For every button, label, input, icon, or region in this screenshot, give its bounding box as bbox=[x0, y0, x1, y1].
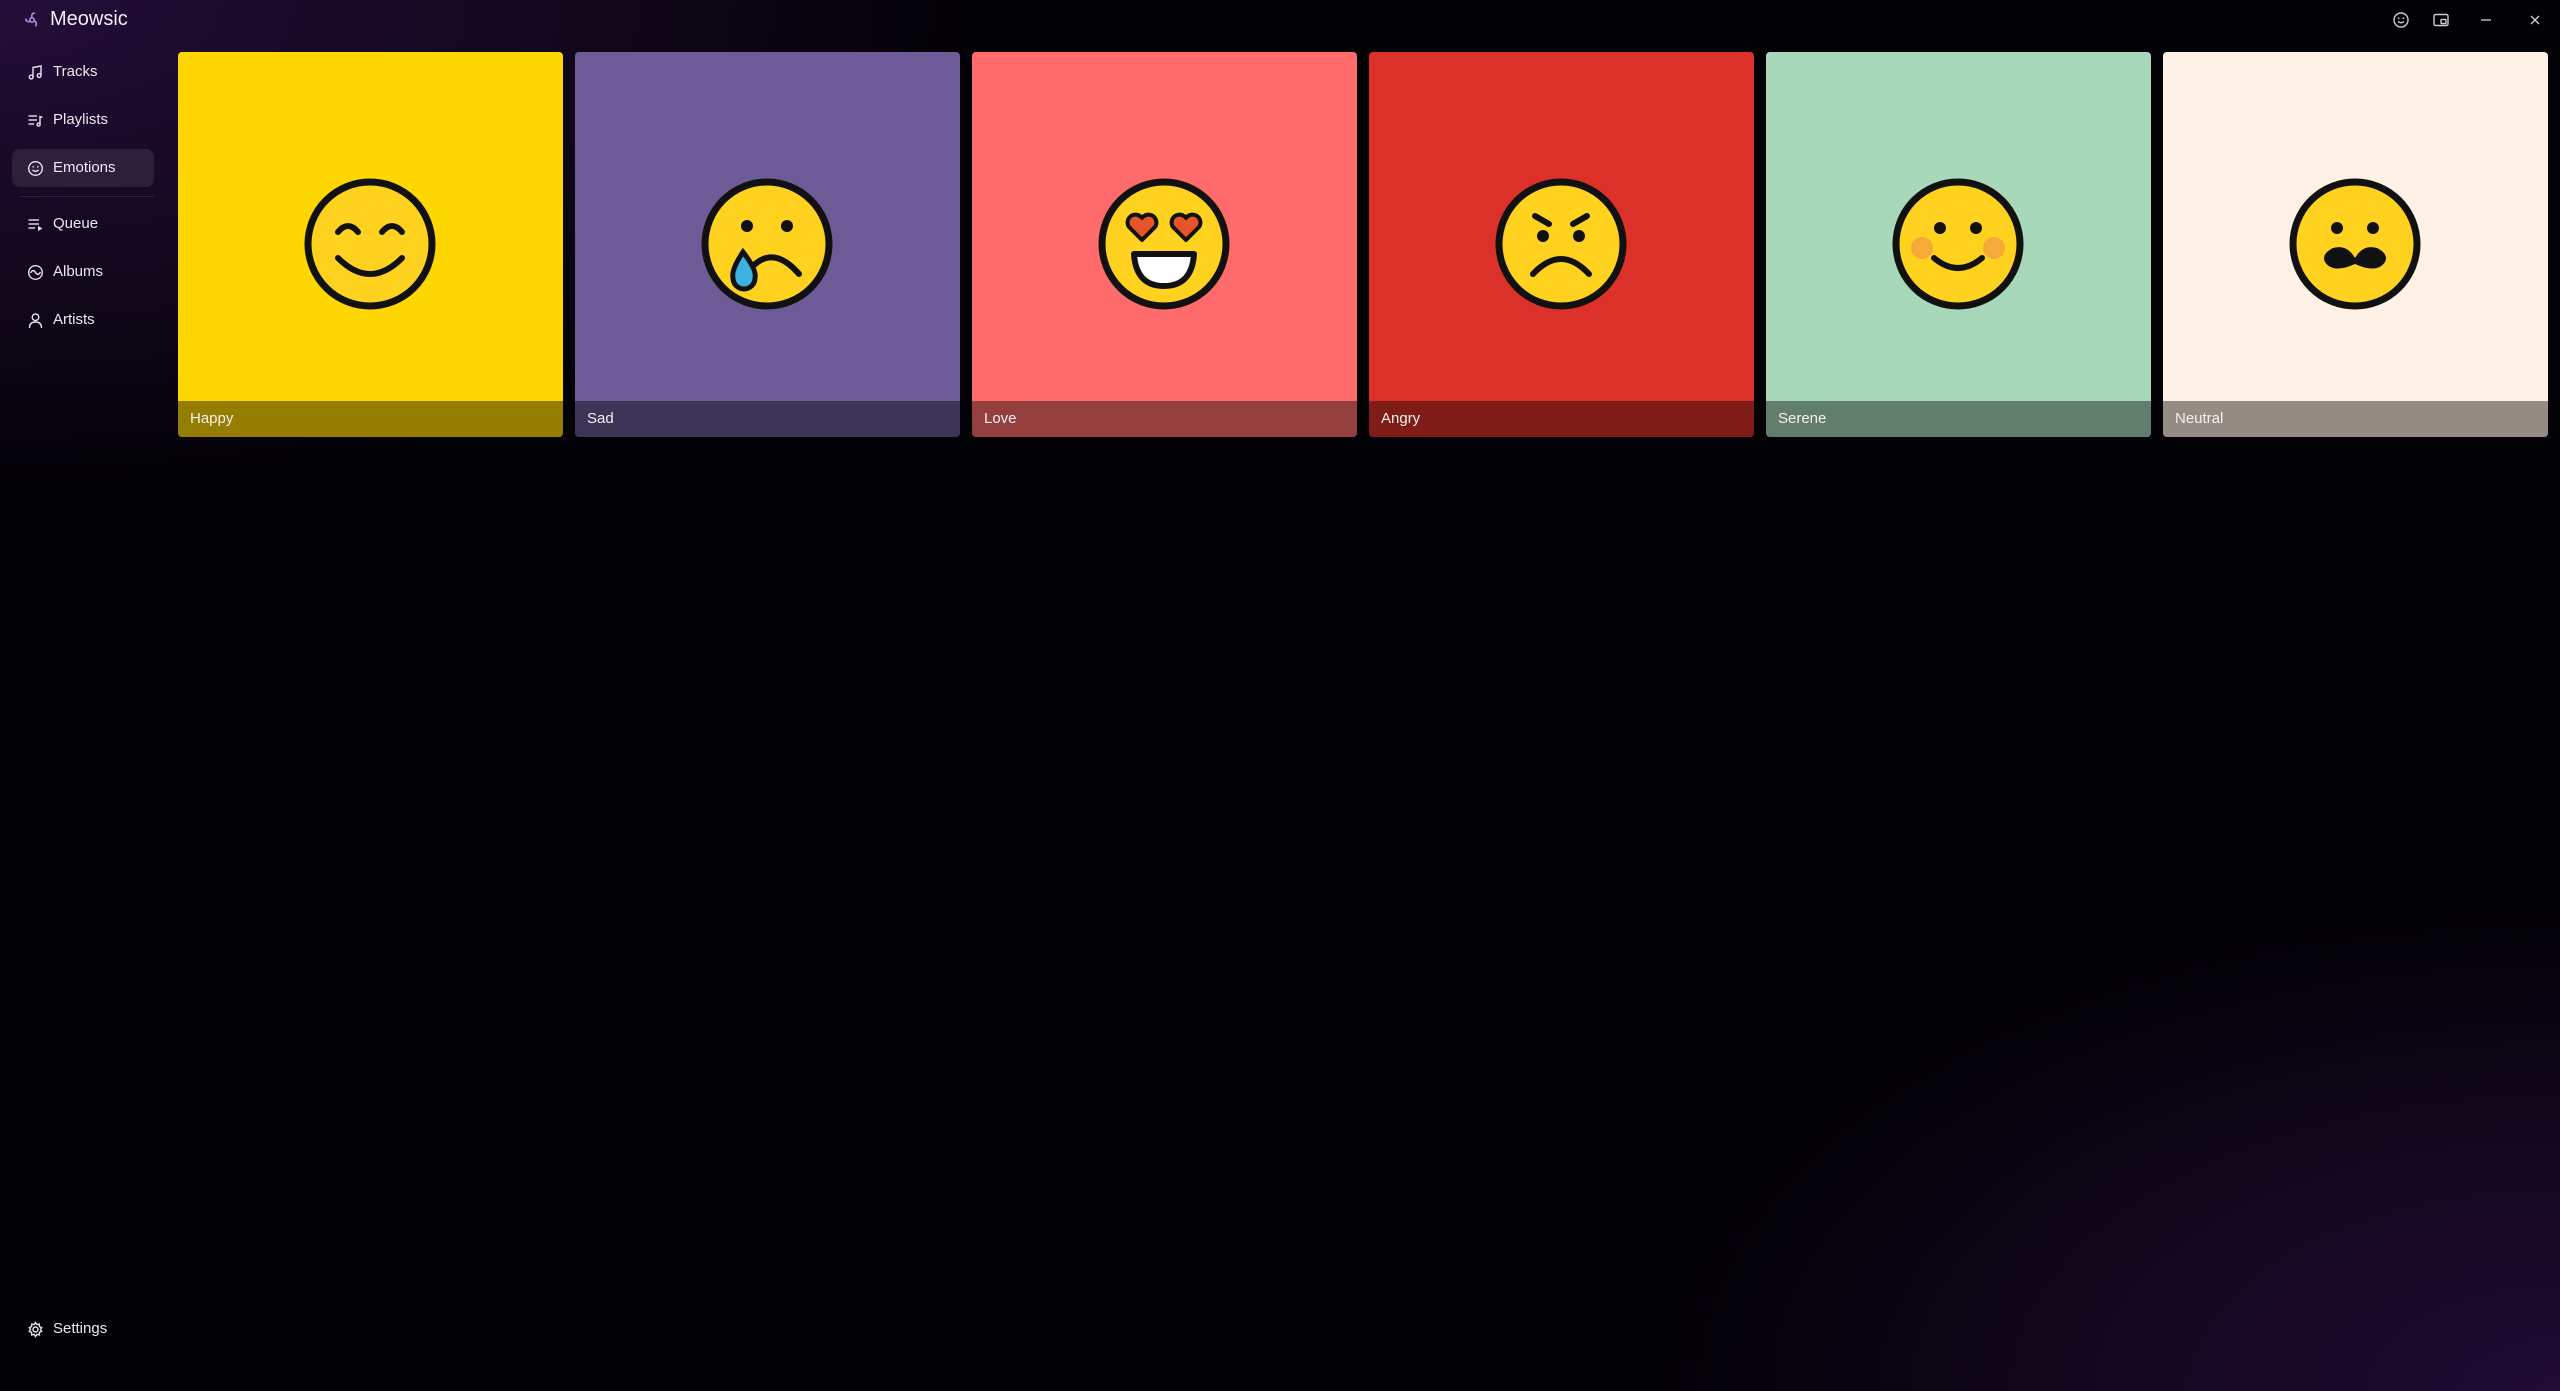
card-footer: Neutral bbox=[2163, 401, 2548, 437]
mustache-emoji-icon bbox=[2289, 178, 2421, 310]
smiley-toolbar-icon[interactable] bbox=[2389, 8, 2413, 32]
emotion-label: Angry bbox=[1381, 410, 1421, 427]
frowning-angry-emoji-icon bbox=[1495, 178, 1627, 310]
person-icon bbox=[27, 312, 44, 329]
emotion-label: Neutral bbox=[2175, 410, 2224, 427]
sidebar-item-queue[interactable]: Queue bbox=[12, 205, 154, 243]
card-footer: Angry bbox=[1369, 401, 1754, 437]
emotion-label: Happy bbox=[190, 410, 234, 427]
sidebar-item-label: Playlists bbox=[53, 111, 109, 128]
sidebar-item-label: Artists bbox=[53, 311, 95, 328]
heart-eyes-emoji-icon bbox=[1098, 178, 1230, 310]
miniplayer-icon[interactable] bbox=[2429, 8, 2453, 32]
app-title: Meowsic bbox=[50, 8, 128, 30]
album-icon bbox=[27, 264, 44, 281]
sidebar-item-emotions[interactable]: Emotions bbox=[12, 149, 154, 187]
emotion-card-happy[interactable]: Happy bbox=[178, 52, 563, 437]
sidebar-item-label: Tracks bbox=[53, 63, 98, 80]
sidebar-item-artists[interactable]: Artists bbox=[12, 301, 154, 339]
playlist-icon bbox=[27, 112, 44, 129]
close-icon[interactable] bbox=[2523, 8, 2547, 32]
blushing-smile-emoji-icon bbox=[1892, 178, 2024, 310]
gear-icon bbox=[27, 1321, 44, 1338]
sidebar-divider bbox=[20, 196, 154, 197]
sidebar-item-label: Queue bbox=[53, 215, 99, 232]
sidebar-item-label: Settings bbox=[53, 1320, 108, 1337]
queue-icon bbox=[27, 216, 44, 233]
sidebar-item-albums[interactable]: Albums bbox=[12, 253, 154, 291]
app-logo-icon bbox=[22, 10, 42, 30]
sidebar-item-label: Emotions bbox=[53, 159, 116, 176]
emotion-card-sad[interactable]: Sad bbox=[575, 52, 960, 437]
card-footer: Love bbox=[972, 401, 1357, 437]
emotion-label: Love bbox=[984, 410, 1017, 427]
crying-emoji-icon bbox=[701, 178, 833, 310]
emotion-card-serene[interactable]: Serene bbox=[1766, 52, 2151, 437]
emotion-card-angry[interactable]: Angry bbox=[1369, 52, 1754, 437]
music-note-icon bbox=[27, 64, 44, 81]
card-footer: Happy bbox=[178, 401, 563, 437]
sidebar-item-label: Albums bbox=[53, 263, 104, 280]
minimize-icon[interactable] bbox=[2474, 8, 2498, 32]
card-footer: Serene bbox=[1766, 401, 2151, 437]
title-bar[interactable]: Meowsic bbox=[0, 0, 2560, 40]
emotion-card-love[interactable]: Love bbox=[972, 52, 1357, 437]
sidebar-item-settings[interactable]: Settings bbox=[12, 1310, 154, 1348]
sidebar-item-playlists[interactable]: Playlists bbox=[12, 101, 154, 139]
sidebar-item-tracks[interactable]: Tracks bbox=[12, 53, 154, 91]
sidebar: Tracks Playlists Emotions Queue Albums A… bbox=[0, 40, 170, 1391]
emotion-label: Serene bbox=[1778, 410, 1827, 427]
card-footer: Sad bbox=[575, 401, 960, 437]
emotion-label: Sad bbox=[587, 410, 614, 427]
smiling-eyes-emoji-icon bbox=[304, 178, 436, 310]
smiley-icon bbox=[27, 160, 44, 177]
emotion-card-neutral[interactable]: Neutral bbox=[2163, 52, 2548, 437]
